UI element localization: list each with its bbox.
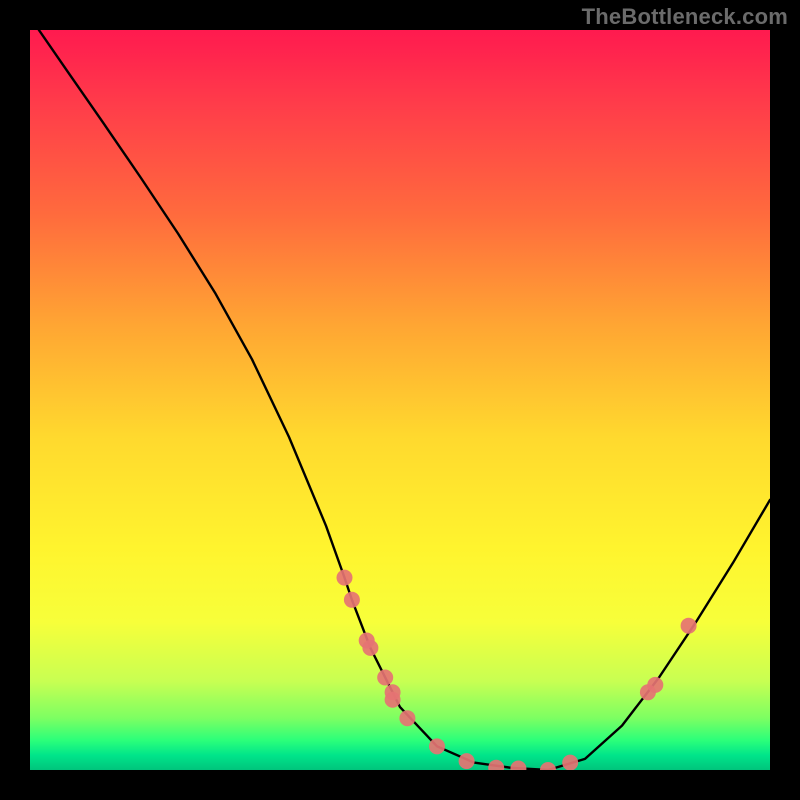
chart-container <box>30 30 770 770</box>
data-point-marker <box>488 760 504 770</box>
data-point-marker <box>540 762 556 770</box>
data-point-marker <box>337 570 353 586</box>
watermark-text: TheBottleneck.com <box>582 4 788 30</box>
data-point-marker <box>399 710 415 726</box>
data-point-marker <box>510 761 526 770</box>
data-point-marker <box>385 692 401 708</box>
data-point-marker <box>344 592 360 608</box>
data-point-marker <box>681 618 697 634</box>
bottleneck-curve <box>39 30 770 770</box>
data-point-marker <box>562 755 578 770</box>
data-point-marker <box>377 670 393 686</box>
data-point-marker <box>362 640 378 656</box>
data-point-marker <box>429 738 445 754</box>
chart-overlay <box>30 30 770 770</box>
chart-markers <box>337 570 697 770</box>
data-point-marker <box>647 677 663 693</box>
data-point-marker <box>459 753 475 769</box>
